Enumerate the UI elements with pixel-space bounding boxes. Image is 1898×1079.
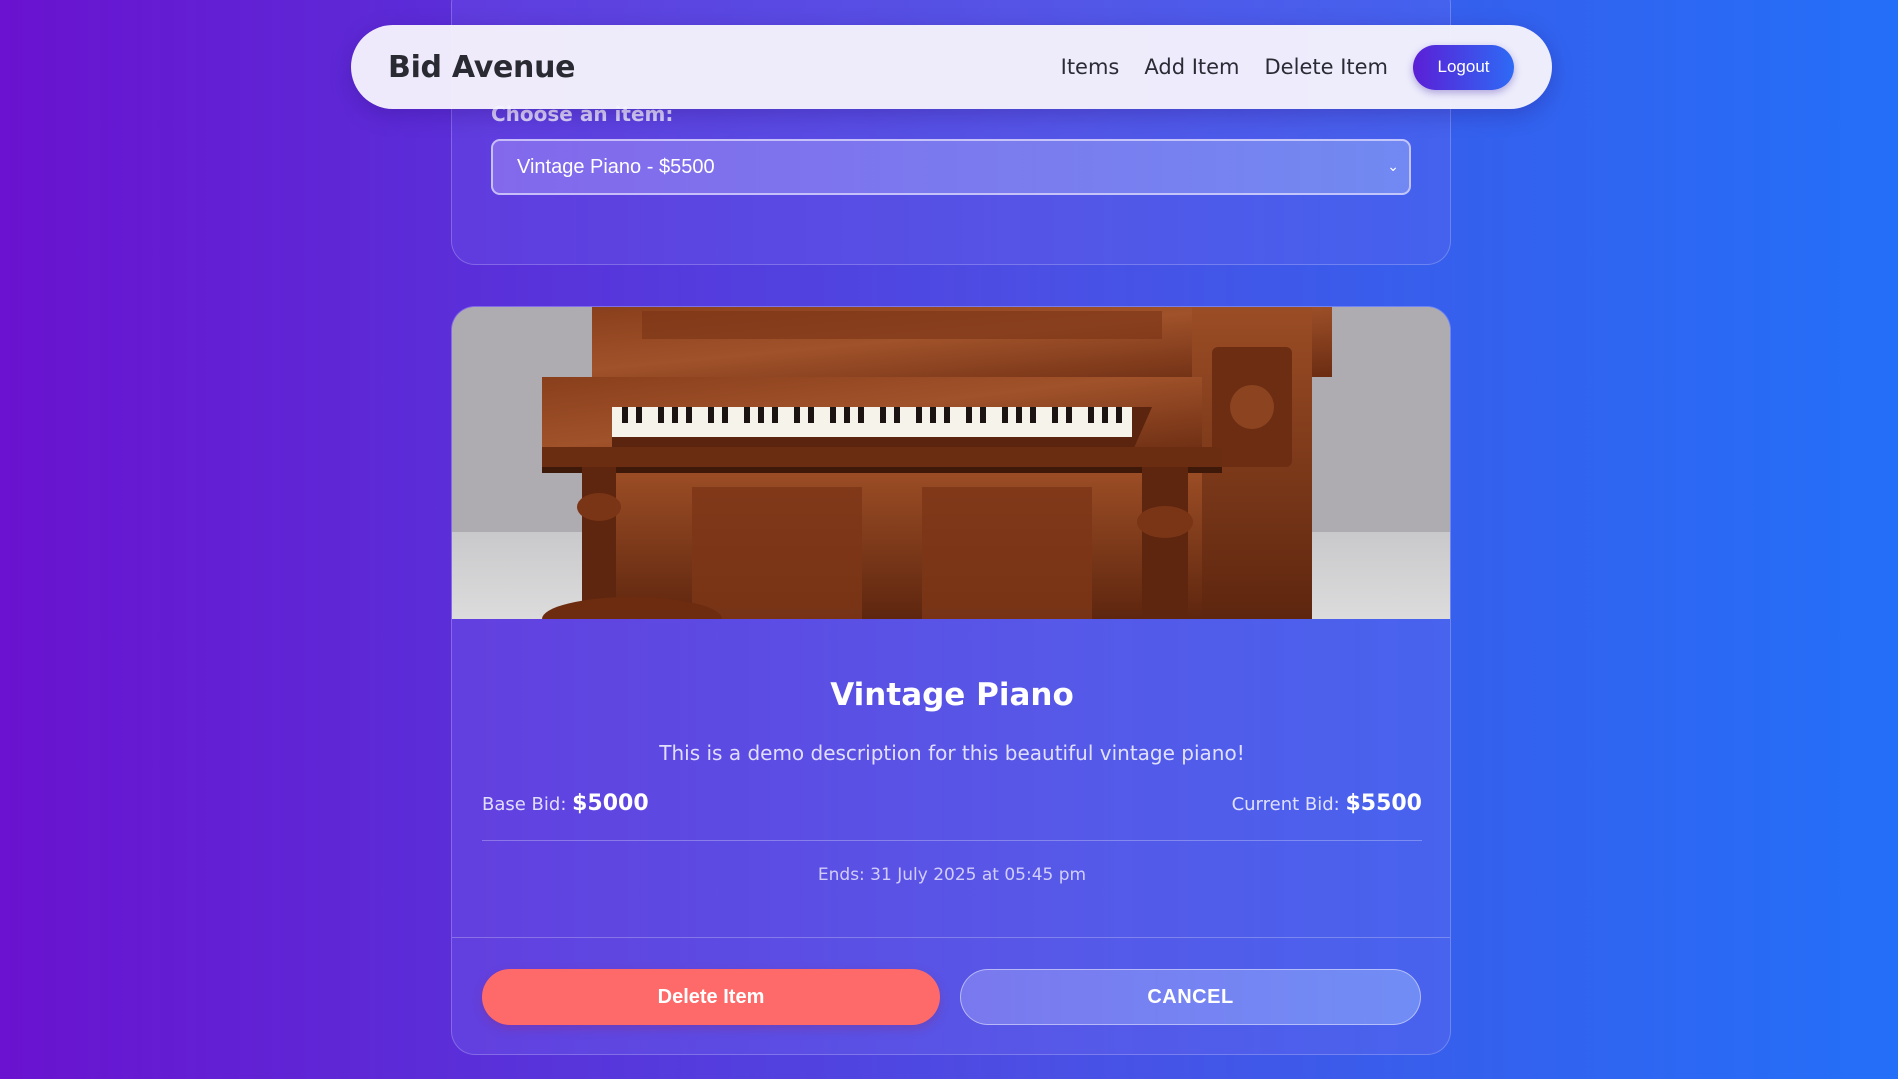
nav-link-items[interactable]: Items: [1061, 55, 1120, 79]
current-bid-label: Current Bid:: [1231, 794, 1346, 815]
piano-image: [452, 307, 1450, 619]
select-value: Vintage Piano - $5500: [517, 155, 715, 178]
item-select-dropdown[interactable]: Vintage Piano - $5500 ⌄: [491, 139, 1411, 195]
auction-end-time: Ends: 31 July 2025 at 05:45 pm: [817, 865, 1087, 885]
item-title: Vintage Piano: [830, 677, 1074, 713]
chevron-down-icon: ⌄: [1387, 159, 1399, 175]
item-card: Vintage Piano This is a demo description…: [451, 306, 1451, 1055]
piano-photo-icon: [452, 307, 1450, 619]
cancel-button[interactable]: CANCEL: [960, 969, 1421, 1025]
current-bid-value: $5500: [1345, 791, 1422, 816]
item-description: This is a demo description for this beau…: [659, 741, 1245, 765]
base-bid-value: $5000: [572, 791, 649, 816]
bid-row: Base Bid: $5000 Current Bid: $5500: [482, 791, 1422, 816]
nav-links: Items Add Item Delete Item Logout: [1061, 44, 1514, 90]
navbar: Bid Avenue Items Add Item Delete Item Lo…: [351, 25, 1552, 109]
delete-item-button[interactable]: Delete Item: [482, 969, 940, 1025]
divider: [482, 840, 1422, 841]
nav-link-delete-item[interactable]: Delete Item: [1265, 55, 1388, 79]
logout-button[interactable]: Logout: [1413, 44, 1514, 90]
brand-logo[interactable]: Bid Avenue: [388, 50, 575, 85]
base-bid-label: Base Bid:: [482, 794, 573, 815]
footer-divider: [452, 937, 1450, 938]
base-bid: Base Bid: $5000: [482, 791, 649, 816]
nav-link-add-item[interactable]: Add Item: [1144, 55, 1239, 79]
current-bid: Current Bid: $5500: [1232, 791, 1422, 816]
